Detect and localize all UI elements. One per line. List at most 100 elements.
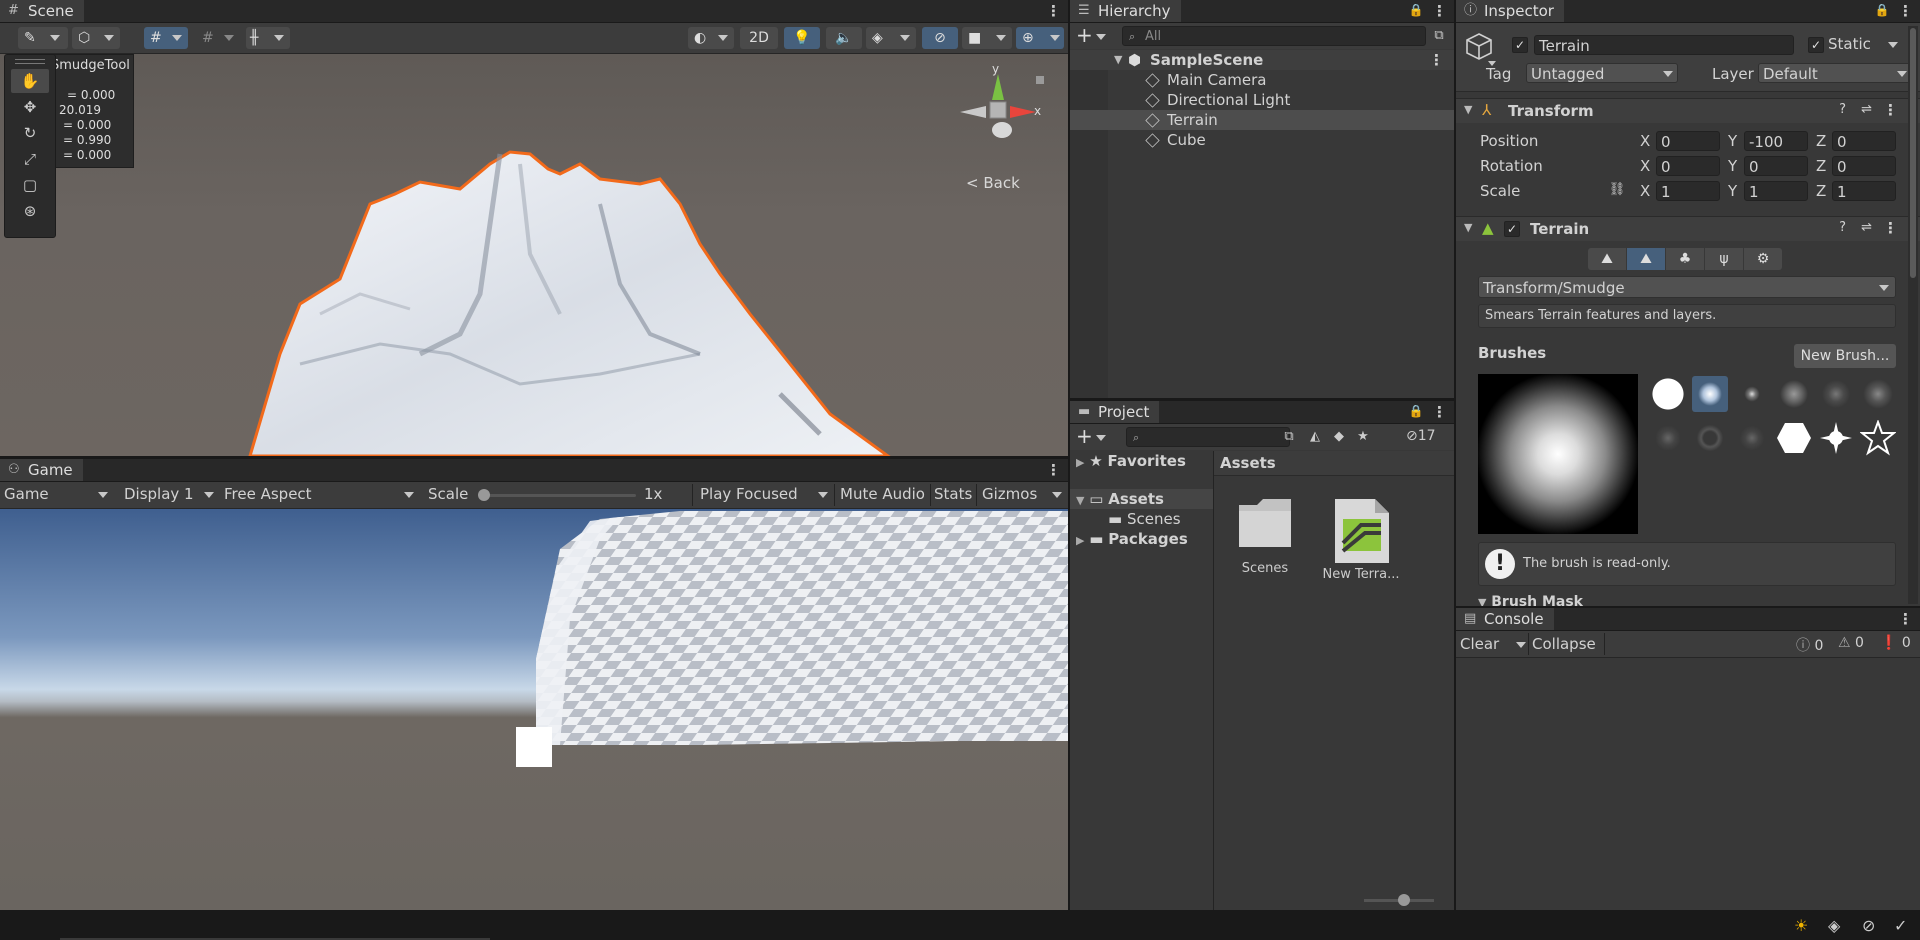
transform-header[interactable]: ▼ ⅄ Transform ? ⇌ ⋮ [1456,98,1920,123]
error-filter-toggle[interactable]: ❗ 0 [1880,635,1911,651]
scene-menu-icon[interactable]: ⋮ [1046,0,1061,22]
tab-console[interactable]: ▤ Console [1456,608,1554,630]
tab-project[interactable]: ▬ Project [1070,401,1160,423]
presets-icon[interactable]: ⇌ [1861,220,1872,235]
tab-hierarchy[interactable]: ☰ Hierarchy [1070,0,1181,22]
grid-visibility-button[interactable]: ╫ [246,27,290,49]
brush-hard-circle[interactable] [1650,376,1686,412]
grid-snap-button[interactable]: # [144,27,188,49]
gizmos-button[interactable]: ⊕ [1016,27,1064,49]
hierarchy-item-terrain[interactable]: Terrain [1070,110,1454,130]
camera-settings-button[interactable]: ■ [962,27,1012,49]
terrain-tool-select[interactable]: Transform/Smudge [1478,276,1896,298]
shading-button[interactable]: ⬡ [72,27,120,49]
scene-menu-kebab-icon[interactable]: ⋮ [1429,50,1444,70]
transform-tool[interactable]: ⊛ [11,199,49,223]
search-scope-icon[interactable]: ⧉ [1280,428,1298,446]
icon-size-slider[interactable] [1364,894,1434,906]
console-menu-icon[interactable]: ⋮ [1898,608,1913,630]
position-x-field[interactable]: 0 [1656,131,1720,151]
brush-soft-selected[interactable] [1692,376,1728,412]
hierarchy-item-main-camera[interactable]: Main Camera [1070,70,1454,90]
packages-folder-item[interactable]: ▶ ▬ Packages [1076,529,1188,549]
filter-type-icon[interactable]: ◭ [1306,428,1324,446]
position-y-field[interactable]: -100 [1744,131,1808,151]
position-z-field[interactable]: 0 [1832,131,1896,151]
network-status-icon[interactable]: ⊘ [1862,916,1875,935]
rotation-z-field[interactable]: 0 [1832,156,1896,176]
filter-label-icon[interactable]: ◆ [1330,428,1348,446]
terrain-component-header[interactable]: ▼ ▲ ✓ Terrain ? ⇌ ⋮ [1456,216,1920,241]
display-select[interactable]: Display 1 [124,485,220,503]
rotate-tool[interactable]: ↻ [11,121,49,145]
create-button[interactable]: + [1076,25,1110,47]
cache-status-icon[interactable]: ◈ [1828,916,1840,935]
create-asset-button[interactable]: + [1076,426,1110,448]
project-menu-icon[interactable]: ⋮ [1432,401,1447,423]
paint-details-tool[interactable]: ψ [1705,248,1743,270]
inspector-scroll-thumb[interactable] [1910,28,1916,278]
console-log-area[interactable] [1456,658,1920,910]
hierarchy-menu-icon[interactable]: ⋮ [1432,0,1447,22]
icon-size-slider-thumb[interactable] [1398,894,1410,906]
effects-button[interactable]: ◈ [866,27,916,49]
help-icon[interactable]: ? [1839,102,1846,117]
audio-toggle[interactable]: 🔈 [826,27,862,49]
terrain-settings-tool[interactable]: ⚙ [1744,248,1782,270]
brush-noise-1[interactable] [1776,376,1812,412]
paint-trees-tool[interactable]: ♣ [1666,248,1704,270]
brush-noise-2[interactable] [1818,376,1854,412]
play-mode-select[interactable]: Play Focused [700,485,830,503]
back-button[interactable]: < Back [966,174,1020,192]
scale-z-field[interactable]: 1 [1832,181,1896,201]
game-viewport[interactable] [0,509,1068,910]
create-neighbor-tool[interactable]: ⛰ [1588,248,1626,270]
scene-visibility-toggle[interactable]: ⊘ [922,27,958,49]
layer-select[interactable]: Default [1758,63,1912,83]
tab-game[interactable]: ⚇ Game [0,459,83,481]
inspector-menu-icon[interactable]: ⋮ [1898,0,1913,22]
help-icon[interactable]: ? [1839,220,1846,235]
new-brush-button[interactable]: New Brush... [1794,344,1896,368]
rotation-y-field[interactable]: 0 [1744,156,1808,176]
warning-filter-toggle[interactable]: ⚠ 0 [1838,635,1864,651]
object-name-field[interactable]: Terrain [1534,35,1794,55]
scale-slider[interactable] [478,489,636,501]
asset-new-terrain[interactable]: New Terra... [1318,495,1404,582]
brush-grass[interactable] [1734,420,1770,456]
scale-x-field[interactable]: 1 [1656,181,1720,201]
asset-scenes-folder[interactable]: Scenes [1230,495,1300,576]
orientation-gizmo[interactable]: y x [958,62,1041,158]
terrain-enabled-checkbox[interactable]: ✓ [1504,221,1520,237]
draw-mode-button[interactable]: ✎ [18,27,68,49]
hand-tool[interactable]: ✋ [11,69,49,93]
tab-scene[interactable]: # Scene [0,0,84,22]
brush-splatter-1[interactable] [1860,376,1896,412]
active-checkbox[interactable]: ✓ [1512,37,1528,53]
gizmo-lock-icon[interactable] [1036,76,1044,84]
search-scope-icon[interactable]: ⧉ [1430,27,1448,45]
brush-star[interactable] [1859,419,1897,456]
assets-folder-item[interactable]: ▼ ▭ Assets [1070,489,1213,509]
inspector-scrollbar[interactable] [1908,26,1918,604]
brush-small-soft[interactable] [1734,376,1770,412]
lock-icon[interactable]: 🔒 [1874,2,1890,18]
game-view-select[interactable]: Game [4,485,110,503]
hierarchy-search[interactable]: ⌕ All [1122,26,1426,46]
project-search[interactable]: ⌕ [1126,427,1290,447]
lock-icon[interactable]: 🔒 [1408,403,1424,419]
component-menu-icon[interactable]: ⋮ [1883,219,1898,237]
increment-snap-button[interactable]: # [196,27,240,49]
favorites-item[interactable]: ▶ ★ Favorites [1076,451,1186,471]
scene-root-item[interactable]: ▼ ⬢ SampleScene ⋮ [1070,50,1454,70]
brush-mask-header[interactable]: ▼ Brush Mask [1478,592,1896,606]
tab-inspector[interactable]: ⓘ Inspector [1456,0,1564,22]
clear-button[interactable]: Clear [1460,635,1526,653]
lighting-status-icon[interactable]: ☀ [1794,916,1808,935]
rotation-x-field[interactable]: 0 [1656,156,1720,176]
info-filter-toggle[interactable]: ⓘ 0 [1796,635,1823,655]
mode-2d-button[interactable]: 2D [740,27,778,49]
brush-ring[interactable] [1692,420,1728,456]
lock-icon[interactable]: 🔒 [1408,2,1424,18]
hierarchy-item-directional-light[interactable]: Directional Light [1070,90,1454,110]
